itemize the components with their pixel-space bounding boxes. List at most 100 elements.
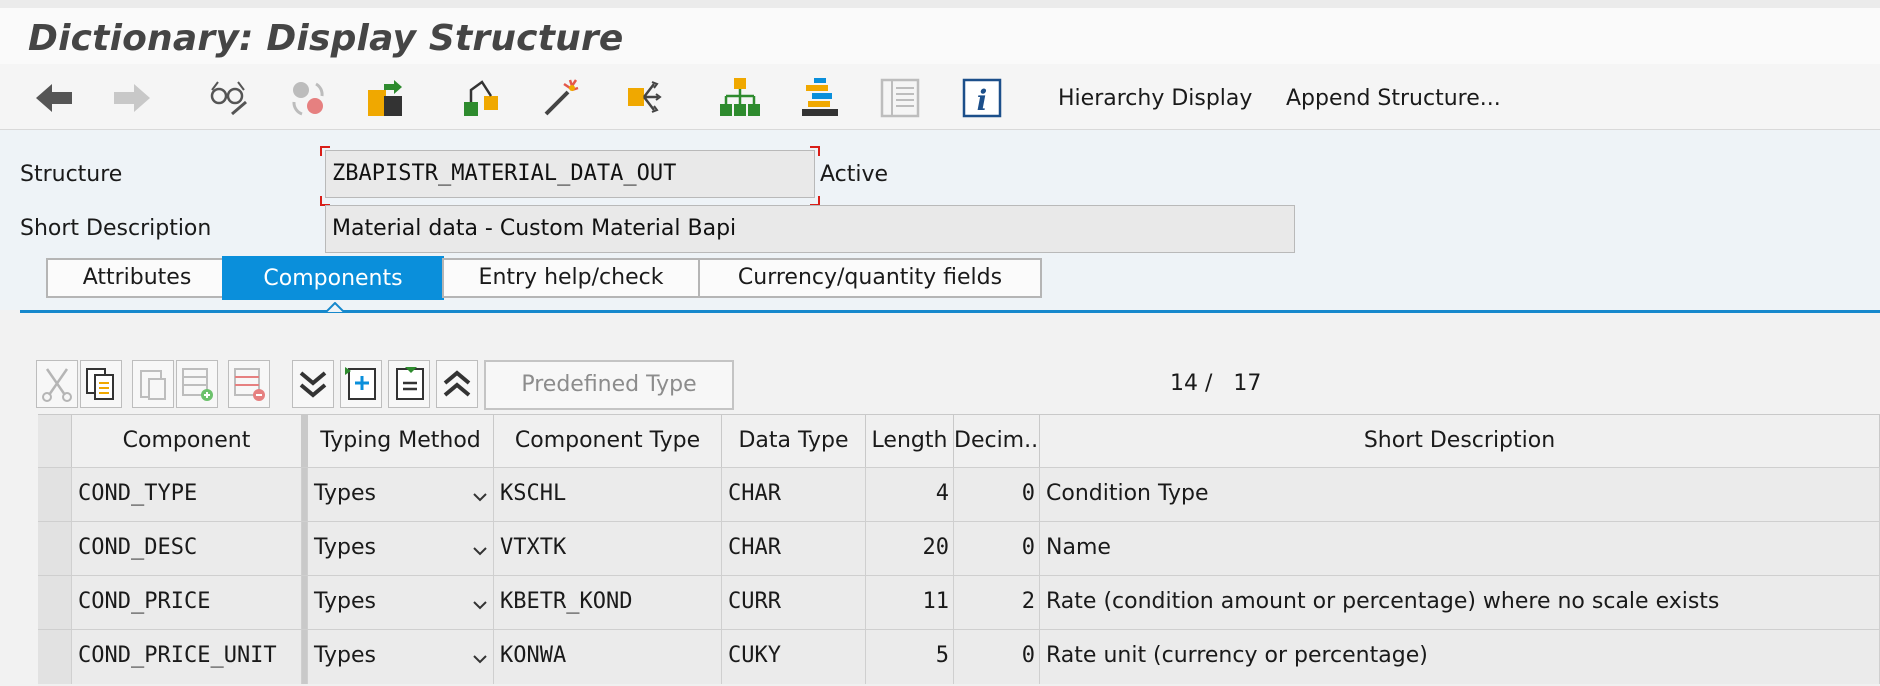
page-title: Dictionary: Display Structure [28, 18, 624, 59]
row-selector[interactable] [38, 522, 72, 576]
tab-currency-quantity-fields[interactable]: Currency/quantity fields [698, 258, 1042, 298]
chevron-down-icon[interactable] [473, 600, 487, 610]
decimals-cell[interactable]: 2 [954, 576, 1040, 630]
data-type-cell[interactable]: CUKY [722, 630, 866, 684]
delete-row-icon[interactable] [228, 360, 270, 408]
tab-components[interactable]: Components [222, 256, 444, 300]
tab-underline [20, 310, 1880, 313]
component-type-cell[interactable]: KBETR_KOND [494, 576, 722, 630]
table-row[interactable]: COND_TYPE Types KSCHL CHAR 4 0 Condition Type [38, 467, 1880, 522]
component-cell[interactable]: COND_DESC [72, 522, 302, 576]
predefined-type-button[interactable]: Predefined Type [484, 360, 734, 410]
data-type-cell-text: CHAR [728, 481, 781, 506]
insert-include-icon[interactable] [340, 360, 382, 408]
decimals-cell-text: 2 [1021, 589, 1035, 614]
component-type-cell[interactable]: KSCHL [494, 468, 722, 522]
decimals-cell[interactable]: 0 [954, 468, 1040, 522]
component-type-cell-text: KSCHL [500, 481, 567, 506]
active-tab-notch [326, 302, 344, 312]
tab-attributes[interactable]: Attributes [46, 258, 228, 298]
data-type-cell-text: CURR [728, 589, 781, 614]
row-selector[interactable] [38, 468, 72, 522]
component-type-cell[interactable]: KONWA [494, 630, 722, 684]
structure-field[interactable]: ZBAPISTR_MATERIAL_DATA_OUT [325, 150, 815, 198]
cut-icon[interactable] [36, 360, 78, 408]
column-header-component[interactable]: Component [72, 415, 302, 467]
chevron-down-icon[interactable] [473, 492, 487, 502]
typing-method-select[interactable]: Types [308, 468, 494, 522]
activate-icon[interactable] [364, 76, 408, 120]
table-row[interactable]: COND_DESC Types VTXTK CHAR 20 0 Name [38, 521, 1880, 576]
structure-label: Structure [20, 162, 123, 187]
copy-icon[interactable] [80, 360, 122, 408]
collapse-all-icon[interactable] [436, 360, 478, 408]
decimals-cell-text: 0 [1021, 535, 1035, 560]
expand-all-icon[interactable] [292, 360, 334, 408]
length-cell[interactable]: 5 [866, 630, 954, 684]
short-description-cell[interactable]: Name [1040, 522, 1880, 576]
length-cell[interactable]: 4 [866, 468, 954, 522]
info-icon[interactable]: i [960, 76, 1004, 120]
chevron-down-icon[interactable] [473, 654, 487, 664]
length-cell[interactable]: 20 [866, 522, 954, 576]
paste-icon[interactable] [132, 360, 174, 408]
other-object-icon[interactable] [286, 76, 330, 120]
length-cell[interactable]: 11 [866, 576, 954, 630]
magic-wand-icon[interactable] [540, 76, 584, 120]
length-cell-text: 11 [922, 589, 950, 614]
object-list-icon[interactable] [798, 76, 842, 120]
column-header-decimals[interactable]: Decim... [954, 415, 1040, 467]
component-type-cell[interactable]: VTXTK [494, 522, 722, 576]
component-type-cell-text: KBETR_KOND [500, 589, 633, 614]
typing-method-select-text: Types [314, 535, 376, 560]
table-row[interactable]: COND_PRICE_UNIT Types KONWA CUKY 5 0 Rate unit… [38, 629, 1880, 684]
row-selector[interactable] [38, 576, 72, 630]
component-cell[interactable]: COND_PRICE_UNIT [72, 630, 302, 684]
chevron-down-icon[interactable] [473, 546, 487, 556]
data-type-cell[interactable]: CHAR [722, 468, 866, 522]
short-description-cell-text: Rate (condition amount or percentage) wh… [1046, 589, 1720, 614]
component-cell[interactable]: COND_TYPE [72, 468, 302, 522]
tab-entry-help-check[interactable]: Entry help/check [442, 258, 700, 298]
data-type-cell[interactable]: CURR [722, 576, 866, 630]
decimals-cell-text: 0 [1021, 481, 1035, 506]
typing-method-select[interactable]: Types [308, 630, 494, 684]
where-used-icon[interactable] [624, 76, 668, 120]
component-cell-text: COND_DESC [78, 535, 198, 560]
component-cell[interactable]: COND_PRICE [72, 576, 302, 630]
data-type-cell-text: CHAR [728, 535, 781, 560]
collapse-include-icon[interactable] [388, 360, 430, 408]
data-type-cell[interactable]: CHAR [722, 522, 866, 576]
row-counter: 14 / 17 [1170, 371, 1261, 396]
required-corner [810, 146, 820, 156]
decimals-cell[interactable]: 0 [954, 630, 1040, 684]
short-description-cell[interactable]: Condition Type [1040, 468, 1880, 522]
hierarchy-display-button[interactable]: Hierarchy Display [1058, 86, 1252, 111]
column-header-typing-method[interactable]: Typing Method [308, 415, 494, 467]
insert-row-icon[interactable] [176, 360, 218, 408]
decimals-cell[interactable]: 0 [954, 522, 1040, 576]
table-row[interactable]: COND_PRICE Types KBETR_KOND CURR 11 2 Rate (co… [38, 575, 1880, 630]
select-all-corner[interactable] [38, 415, 72, 467]
append-structure-button[interactable]: Append Structure... [1286, 86, 1501, 111]
component-cell-text: COND_PRICE [78, 589, 211, 614]
column-header-component-type[interactable]: Component Type [494, 415, 722, 467]
column-header-length[interactable]: Length [866, 415, 954, 467]
typing-method-select[interactable]: Types [308, 576, 494, 630]
short-description-cell[interactable]: Rate unit (currency or percentage) [1040, 630, 1880, 684]
row-selector[interactable] [38, 630, 72, 684]
typing-method-select[interactable]: Types [308, 522, 494, 576]
short-description-field[interactable]: Material data - Custom Material Bapi [325, 205, 1295, 253]
table-view-icon[interactable] [878, 76, 922, 120]
display-change-icon[interactable] [206, 76, 250, 120]
column-header-data-type[interactable]: Data Type [722, 415, 866, 467]
check-icon[interactable] [460, 76, 504, 120]
column-header-short-description[interactable]: Short Description [1040, 415, 1880, 467]
hierarchy-icon[interactable] [718, 76, 762, 120]
forward-arrow-icon[interactable] [110, 76, 154, 120]
component-type-cell-text: KONWA [500, 643, 567, 668]
short-description-cell[interactable]: Rate (condition amount or percentage) wh… [1040, 576, 1880, 630]
counter-total: 17 [1233, 371, 1262, 396]
data-type-cell-text: CUKY [728, 643, 781, 668]
back-arrow-icon[interactable] [32, 76, 76, 120]
